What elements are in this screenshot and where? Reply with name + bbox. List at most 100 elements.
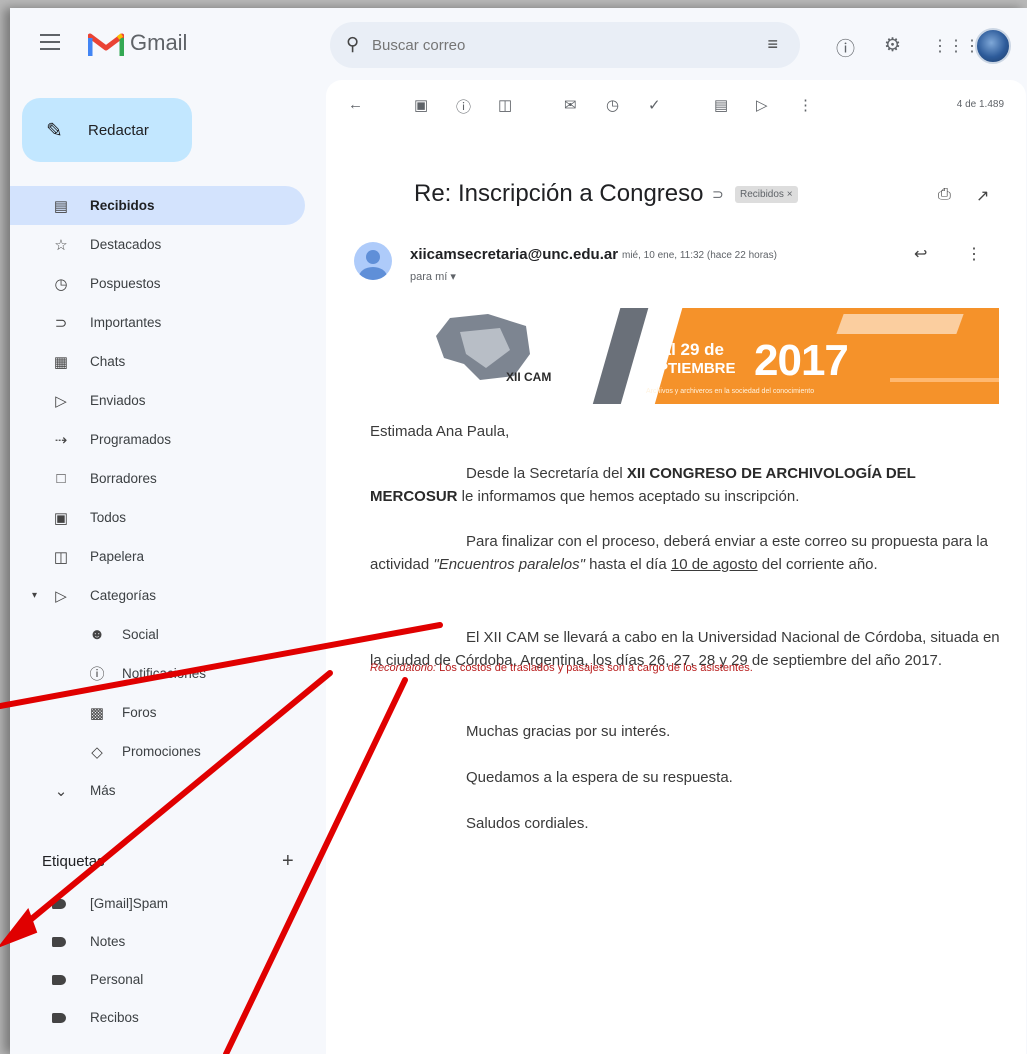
activity-name: "Encuentros paralelos" — [433, 556, 585, 573]
sidebar-item-promotions[interactable]: ◇ Promociones — [10, 732, 310, 771]
label-icon: ▷ — [55, 587, 67, 605]
open-new-window-icon[interactable]: ↗ — [976, 186, 989, 206]
add-label-icon[interactable]: + — [282, 850, 294, 873]
snooze-icon[interactable]: ◷ — [606, 96, 619, 114]
search-icon[interactable]: ⚲ — [346, 34, 359, 55]
label-name: [Gmail]Spam — [90, 896, 169, 911]
scheduled-icon: ⇢ — [54, 431, 68, 449]
add-task-icon[interactable]: ✓ — [648, 96, 661, 114]
closing-line: Quedamos a la espera de su respuesta. — [466, 769, 733, 786]
important-icon: ⊃ — [54, 314, 68, 332]
back-arrow-icon[interactable]: ← — [348, 96, 363, 113]
sidebar-item-updates[interactable]: ⓘ Notificaciones — [10, 654, 310, 693]
sidebar-item-important[interactable]: ⊃ Importantes — [10, 303, 310, 342]
caret-down-icon[interactable]: ▾ — [32, 590, 37, 601]
label-name: Notes — [90, 934, 126, 949]
sidebar-item-more[interactable]: ⌄ Más — [10, 771, 310, 810]
banner-year: 2017 — [754, 336, 849, 385]
print-icon[interactable]: ⎙ — [938, 186, 951, 204]
label-item[interactable]: Personal — [10, 961, 310, 999]
sidebar-item-label: Pospuestos — [90, 276, 161, 291]
help-icon[interactable]: ⓘ — [836, 34, 855, 61]
sidebar-item-drafts[interactable]: □ Borradores — [10, 459, 310, 498]
send-icon: ▷ — [55, 392, 67, 410]
label-item[interactable]: Notes — [10, 923, 310, 961]
closing-line: Muchas gracias por su interés. — [466, 723, 671, 740]
p2-text: hasta el día — [584, 556, 671, 573]
move-to-icon[interactable]: ▤ — [714, 96, 728, 114]
label-name: Recibos — [90, 1010, 139, 1025]
report-spam-icon[interactable]: ⓘ — [456, 96, 471, 117]
deadline-date: 10 de agosto — [670, 556, 758, 573]
greeting: Estimada Ana Paula, — [370, 423, 510, 440]
gmail-window: Gmail ⚲ ≡ ⓘ ⚙ ⋮⋮⋮ ✎ Redactar ▤ Recibidos… — [10, 8, 1027, 1054]
apps-grid-icon[interactable]: ⋮⋮⋮ — [932, 36, 980, 56]
label-item[interactable]: Recibos — [10, 999, 310, 1037]
account-avatar[interactable] — [975, 28, 1011, 64]
p2-text: del corriente año. — [757, 556, 878, 573]
paragraph-1: Desde la Secretaría del XII CONGRESO DE … — [370, 462, 1000, 508]
sidebar-item-label: Más — [90, 783, 116, 798]
more-options-icon[interactable]: ⋮ — [798, 96, 813, 114]
star-icon: ☆ — [54, 236, 68, 254]
congress-banner: XII CAM 26 al 29 de SEPTIEMBRE 2017 Arch… — [370, 308, 999, 404]
reminder-label: Recordatorio: — [370, 662, 437, 674]
mark-unread-icon[interactable]: ✉ — [564, 96, 577, 114]
labels-heading: Etiquetas — [42, 853, 105, 870]
all-mail-icon: ▣ — [53, 509, 69, 527]
label-item[interactable]: [Gmail]Spam — [10, 885, 310, 923]
sidebar-item-categories[interactable]: ▾ ▷ Categorías — [10, 576, 310, 615]
compose-button[interactable]: ✎ Redactar — [22, 98, 192, 162]
inbox-label-chip[interactable]: Recibidos × — [735, 186, 798, 203]
search-options-icon[interactable]: ≡ — [767, 34, 778, 55]
sidebar-item-label: Borradores — [90, 471, 157, 486]
sidebar-item-scheduled[interactable]: ⇢ Programados — [10, 420, 310, 459]
sidebar-item-social[interactable]: ☻ Social — [10, 615, 310, 654]
important-marker-icon[interactable]: ⊃ — [712, 186, 724, 203]
sidebar-item-label: Foros — [122, 705, 157, 720]
p1-text: le informamos que hemos aceptado su insc… — [457, 488, 800, 505]
main-menu-icon[interactable] — [40, 34, 60, 50]
info-icon: ⓘ — [89, 666, 105, 683]
email-subject: Re: Inscripción a Congreso — [414, 180, 704, 207]
archive-icon[interactable]: ▣ — [414, 96, 428, 114]
settings-gear-icon[interactable]: ⚙ — [884, 34, 901, 57]
app-name: Gmail — [130, 30, 188, 55]
people-icon: ☻ — [89, 626, 105, 643]
delete-icon[interactable]: ◫ — [498, 96, 512, 114]
banner-tagline: Archivos y archiveros en la sociedad del… — [646, 388, 815, 395]
sidebar-item-starred[interactable]: ☆ Destacados — [10, 225, 310, 264]
sender-address[interactable]: xiicamsecretaria@unc.edu.ar — [410, 246, 618, 263]
sidebar-item-trash[interactable]: ◫ Papelera — [10, 537, 310, 576]
p1-text: Desde la Secretaría del — [466, 465, 627, 482]
sidebar-item-chats[interactable]: ▦ Chats — [10, 342, 310, 381]
sidebar-item-forums[interactable]: ▩ Foros — [10, 693, 310, 732]
sidebar-item-all-mail[interactable]: ▣ Todos — [10, 498, 310, 537]
sidebar-item-sent[interactable]: ▷ Enviados — [10, 381, 310, 420]
chat-icon: ▦ — [53, 353, 69, 371]
compose-label: Redactar — [88, 122, 149, 139]
sidebar-item-inbox[interactable]: ▤ Recibidos — [10, 186, 305, 225]
sidebar-item-label: Categorías — [90, 588, 157, 603]
sidebar-item-snoozed[interactable]: ◷ Pospuestos — [10, 264, 310, 303]
sidebar-item-label: Papelera — [90, 549, 145, 564]
message-more-icon[interactable]: ⋮ — [966, 244, 982, 264]
forum-icon: ▩ — [89, 704, 105, 722]
reply-icon[interactable]: ↩ — [914, 244, 927, 264]
sender-avatar — [354, 242, 392, 280]
banner-dates-line2: SEPTIEMBRE — [638, 360, 736, 377]
recipient-details[interactable]: para mí ▾ — [410, 270, 456, 283]
reminder-note: Recordatorio: Los costos de traslados y … — [370, 662, 753, 674]
sidebar-item-label: Importantes — [90, 315, 162, 330]
draft-icon: □ — [56, 470, 66, 487]
pencil-icon: ✎ — [46, 120, 63, 142]
sidebar-item-label: Recibidos — [90, 198, 155, 213]
trash-icon: ◫ — [53, 548, 69, 566]
search-bar[interactable]: ⚲ ≡ — [330, 22, 800, 68]
gmail-logo-icon — [88, 33, 124, 56]
search-input[interactable] — [372, 34, 732, 56]
message-toolbar: ← ▣ ⓘ ◫ ✉ ◷ ✓ ▤ ▷ ⋮ 4 de 1.489 — [326, 80, 1026, 128]
label-as-icon[interactable]: ▷ — [756, 96, 768, 114]
sidebar-item-label: Notificaciones — [122, 666, 207, 681]
top-bar: Gmail ⚲ ≡ ⓘ ⚙ ⋮⋮⋮ — [10, 8, 1027, 86]
